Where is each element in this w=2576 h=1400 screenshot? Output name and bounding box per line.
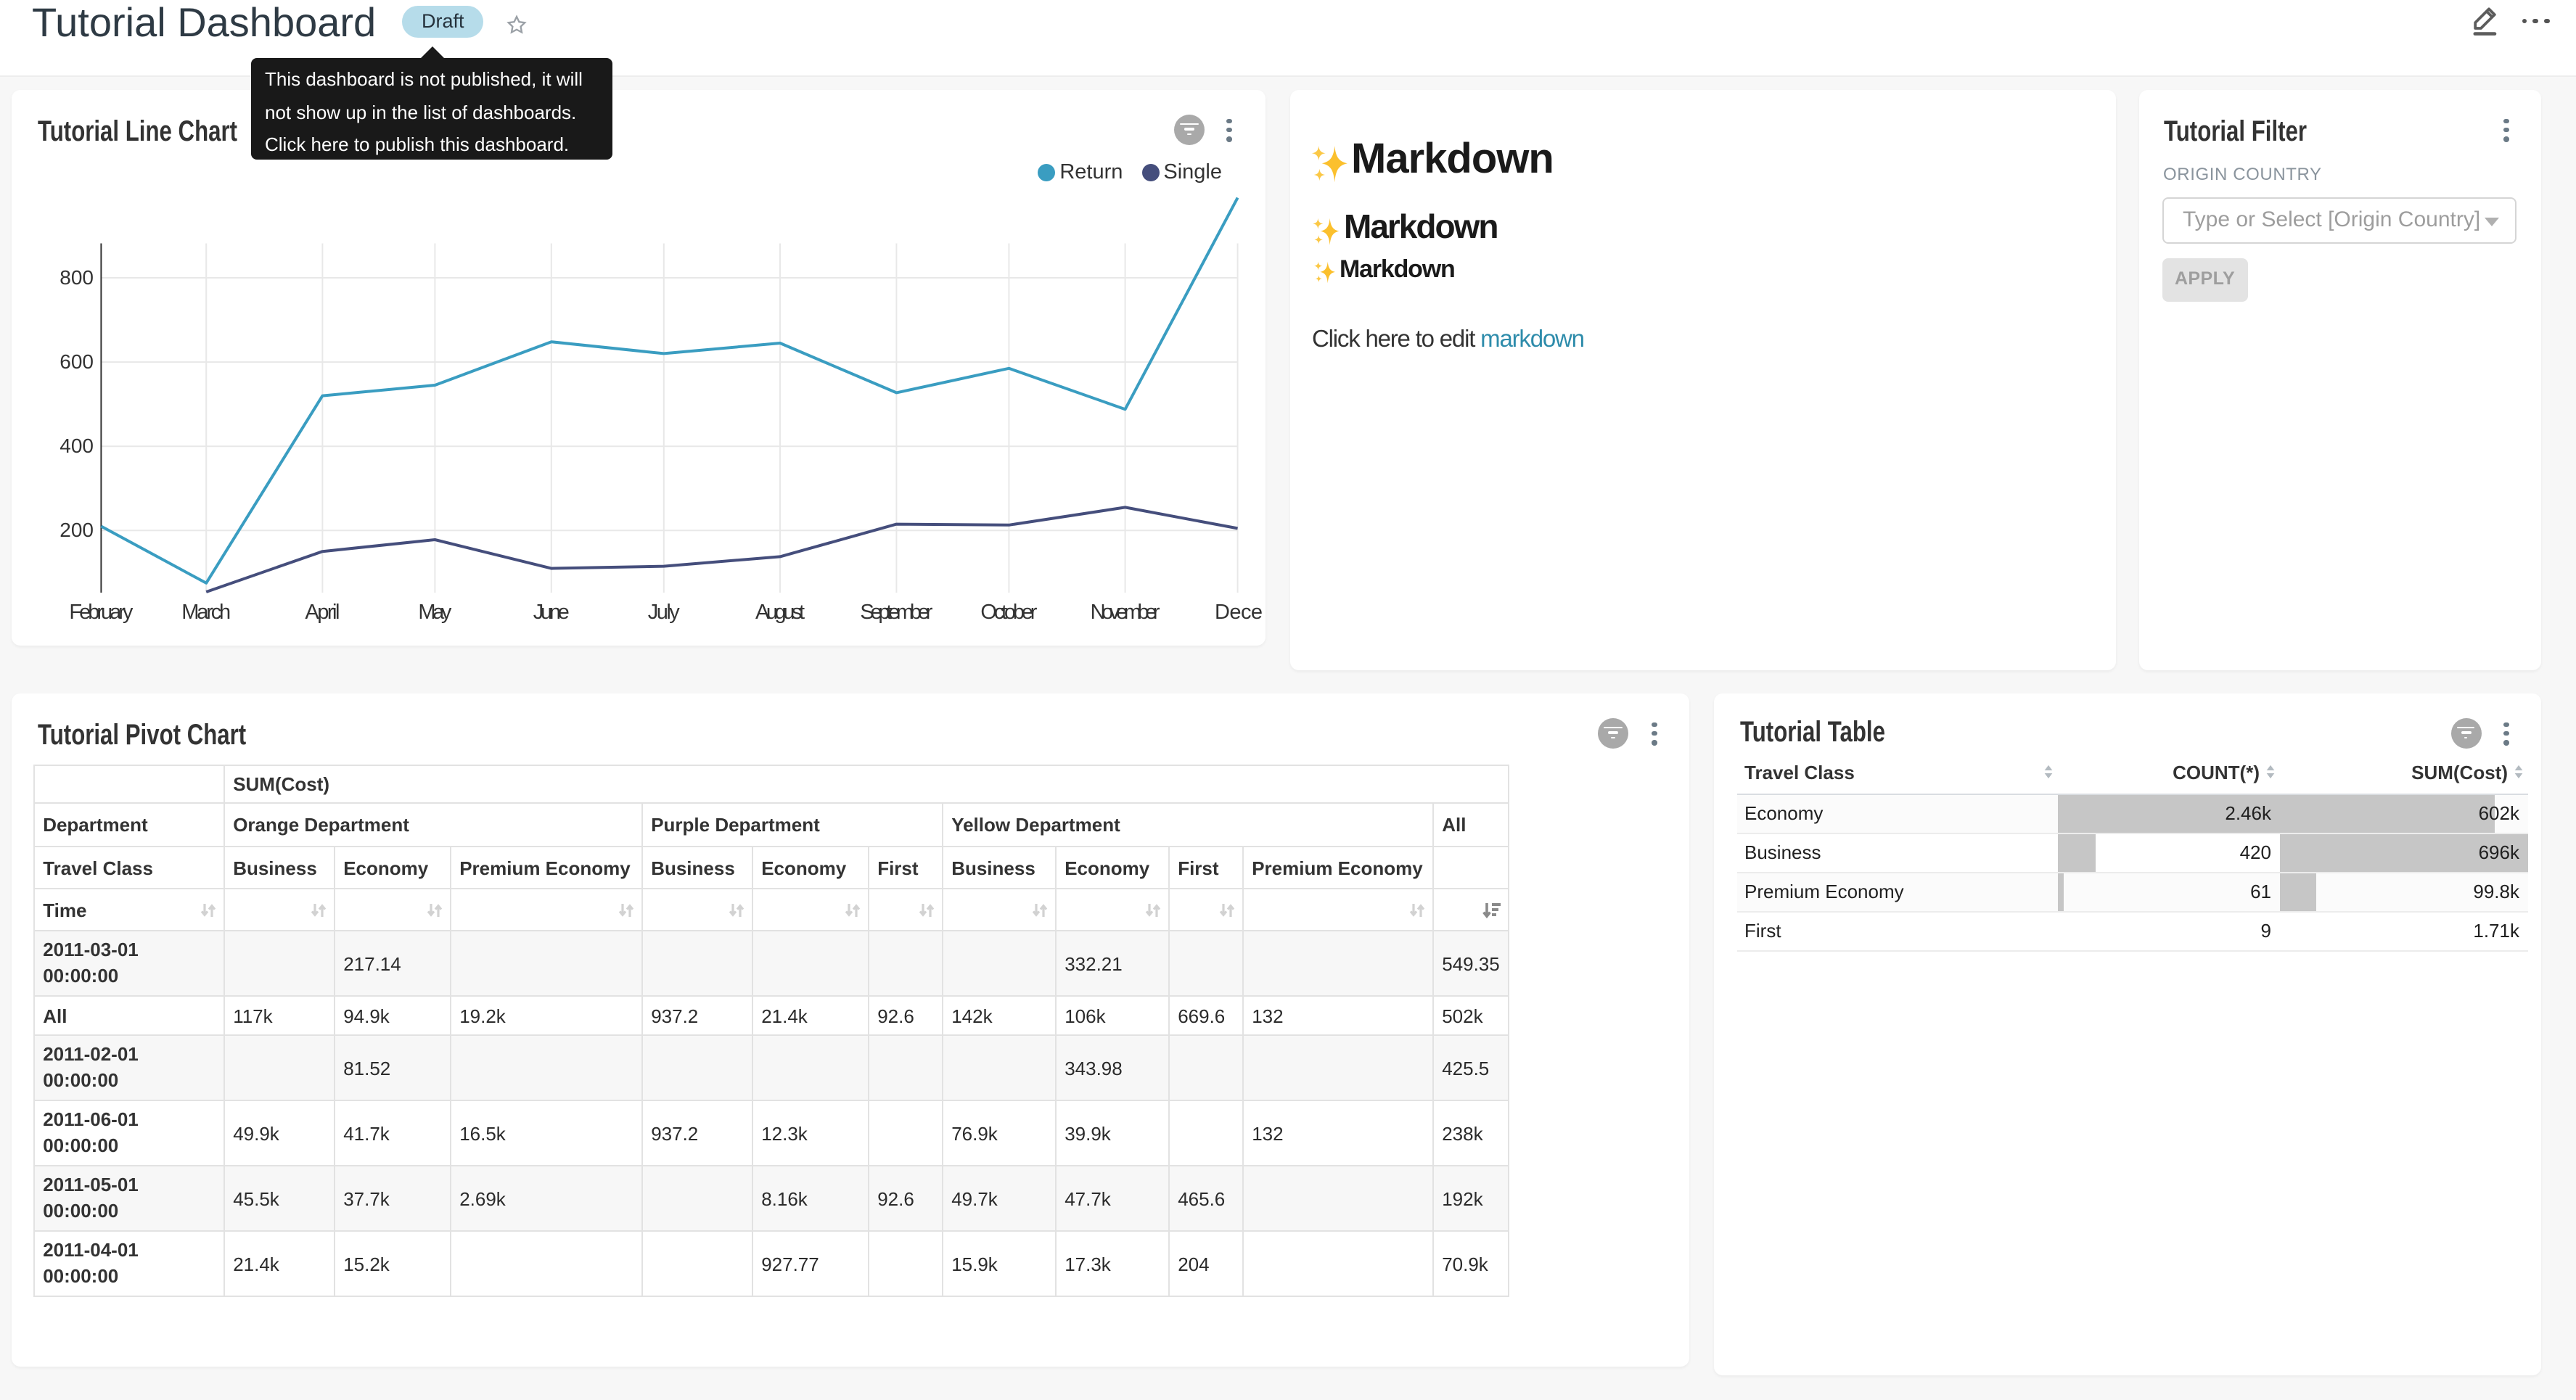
svg-text:March: March [181, 601, 230, 624]
svg-text:600: 600 [59, 350, 93, 373]
svg-text:April: April [304, 601, 339, 624]
svg-text:May: May [417, 601, 451, 624]
svg-text:October: October [980, 601, 1036, 624]
svg-text:November: November [1090, 601, 1160, 624]
svg-text:June: June [533, 601, 569, 624]
svg-text:Dece: Dece [1214, 601, 1262, 624]
svg-text:800: 800 [59, 266, 93, 289]
svg-text:September: September [859, 601, 932, 624]
svg-text:200: 200 [59, 519, 93, 541]
svg-text:August: August [755, 601, 804, 624]
svg-text:400: 400 [59, 435, 93, 457]
svg-text:July: July [647, 601, 680, 624]
svg-text:February: February [68, 601, 132, 624]
